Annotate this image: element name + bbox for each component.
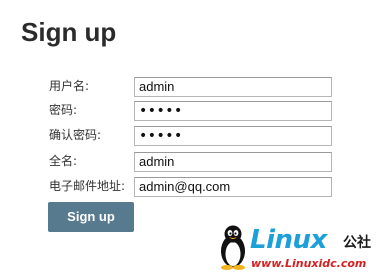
form-row-confirm-password: 确认密码: ••••• — [49, 126, 339, 148]
confirm-password-input[interactable]: ••••• — [134, 126, 332, 146]
watermark-logo: Linux — [250, 225, 327, 255]
watermark-logo-cn: 公社 — [343, 235, 371, 251]
form-row-email: 电子邮件地址: admin@qq.com — [49, 177, 339, 199]
password-input[interactable]: ••••• — [134, 101, 332, 121]
watermark-url: www.Linuxidc.com — [251, 257, 367, 270]
username-label: 用户名: — [49, 79, 90, 93]
form-row-password: 密码: ••••• — [49, 101, 339, 123]
email-label: 电子邮件地址: — [49, 179, 126, 193]
username-input[interactable]: admin — [134, 77, 332, 97]
watermark: Linux 公社 www.Linuxidc.com — [218, 224, 386, 274]
sign-up-button[interactable]: Sign up — [48, 202, 134, 232]
form-row-full-name: 全名: admin — [49, 152, 339, 174]
form-row-username: 用户名: admin — [49, 77, 339, 99]
full-name-label: 全名: — [49, 154, 78, 168]
page-title: Sign up — [21, 17, 117, 47]
password-label: 密码: — [49, 103, 78, 117]
email-input[interactable]: admin@qq.com — [134, 177, 332, 197]
penguin-icon — [221, 225, 245, 270]
confirm-password-label: 确认密码: — [49, 128, 102, 142]
signup-page: Sign up 用户名: admin 密码: ••••• 确认密码: •••••… — [0, 0, 389, 274]
full-name-input[interactable]: admin — [134, 152, 332, 172]
